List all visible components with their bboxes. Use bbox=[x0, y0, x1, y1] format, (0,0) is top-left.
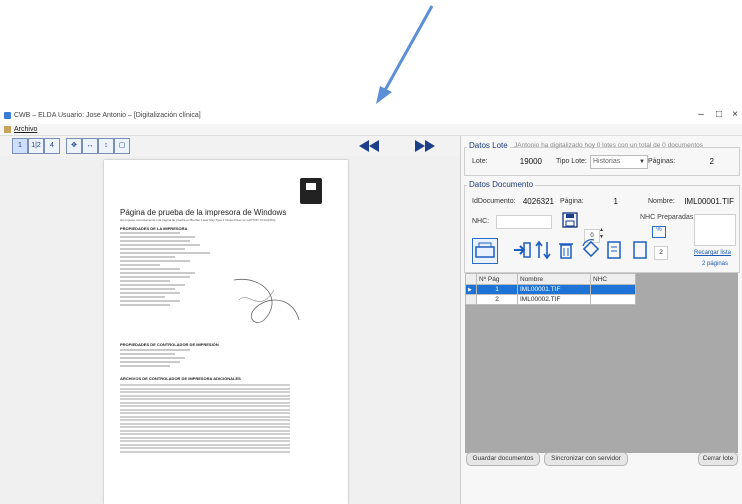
fit-height-icon[interactable]: ↕ bbox=[98, 138, 114, 154]
tipo-lote-label: Tipo Lote: bbox=[556, 158, 587, 165]
paginas-count-link[interactable]: 2 páginas bbox=[702, 261, 728, 267]
sincronizar-servidor-button[interactable]: Sincronizar con servidor bbox=[544, 452, 628, 466]
table-row[interactable]: 2 IML00002.TIF bbox=[465, 294, 636, 305]
id-documento-value: 4026321 bbox=[522, 197, 554, 206]
column-header[interactable]: Nº Pág bbox=[476, 273, 518, 285]
maximize-button[interactable]: □ bbox=[712, 109, 726, 120]
column-header[interactable]: Nombre bbox=[517, 273, 591, 285]
reorder-icon[interactable] bbox=[534, 240, 552, 260]
lote-legend: Datos Lote bbox=[467, 141, 510, 150]
title-bar: CWB – ELDA Usuario: Jose Antonio – [Digi… bbox=[0, 108, 742, 124]
recargar-lista-link[interactable]: Recargar lista bbox=[694, 250, 731, 256]
paginas-label: Páginas: bbox=[648, 158, 676, 165]
annotation-arrow-top bbox=[376, 5, 434, 104]
document-text-block bbox=[120, 349, 220, 369]
lote-value: 19000 bbox=[519, 157, 542, 166]
row-header bbox=[465, 294, 477, 305]
paginas-value: 2 bbox=[709, 157, 714, 166]
nhc-preparadas-label: NHC Preparadas: bbox=[640, 214, 696, 221]
view-four-pages-button[interactable]: 4 bbox=[44, 138, 60, 154]
pages-grid: Nº Pág Nombre NHC ▶ 1 IML00001.TIF 2 IML… bbox=[465, 273, 738, 453]
column-header[interactable]: NHC bbox=[590, 273, 636, 285]
view-two-pages-button[interactable]: 1|2 bbox=[28, 138, 44, 154]
document-page: Página de prueba de la impresora de Wind… bbox=[104, 160, 348, 504]
table-cell[interactable]: IML00002.TIF bbox=[517, 294, 591, 305]
table-header-row: Nº Pág Nombre NHC bbox=[465, 273, 636, 285]
pagina-label: Página: bbox=[560, 198, 584, 205]
document-section: ARCHIVOS DE CONTROLADOR DE IMPRESORA ADI… bbox=[120, 376, 241, 381]
scanner-icon[interactable] bbox=[472, 238, 498, 264]
window-title: CWB – ELDA Usuario: Jose Antonio – [Digi… bbox=[14, 112, 201, 119]
table-cell[interactable]: 1 bbox=[476, 284, 518, 295]
guardar-documentos-button[interactable]: Guardar documentos bbox=[466, 452, 540, 466]
percent-icon[interactable]: % bbox=[652, 226, 666, 238]
pages-table: Nº Pág Nombre NHC ▶ 1 IML00001.TIF 2 IML… bbox=[465, 273, 636, 305]
delete-icon[interactable] bbox=[558, 240, 574, 260]
app-icon bbox=[4, 112, 11, 119]
document-file-list bbox=[120, 384, 290, 454]
signature-scribble bbox=[233, 278, 300, 323]
document-title: Página de prueba de la impresora de Wind… bbox=[120, 208, 287, 217]
nhc-input[interactable] bbox=[496, 215, 552, 229]
page-count-box: 2 bbox=[654, 246, 668, 260]
nhc-preparadas-list[interactable] bbox=[694, 214, 736, 246]
cerrar-lote-button[interactable]: Cerrar lote bbox=[698, 452, 738, 466]
zoom-icon[interactable]: ▢ bbox=[114, 138, 130, 154]
fit-width-icon[interactable]: ↔ bbox=[82, 138, 98, 154]
menu-archivo[interactable]: Archivo bbox=[14, 126, 37, 133]
first-page-button[interactable] bbox=[358, 139, 380, 153]
save-icon[interactable] bbox=[562, 212, 578, 228]
fit-page-icon[interactable]: ✥ bbox=[66, 138, 82, 154]
nhc-label: NHC: bbox=[472, 218, 490, 225]
pagina-value: 1 bbox=[613, 197, 618, 206]
tipo-lote-select[interactable]: Historias ▼ bbox=[590, 155, 648, 169]
nombre-value: IML00001.TIF bbox=[684, 197, 734, 206]
document-icon[interactable] bbox=[606, 240, 622, 260]
document-section: PROPIEDADES DE LA IMPRESORA bbox=[120, 226, 188, 231]
view-single-page-button[interactable]: 1 bbox=[12, 138, 28, 154]
chevron-down-icon: ▼ bbox=[639, 159, 645, 165]
table-cell[interactable] bbox=[590, 294, 636, 305]
document-subtitle: Ha impreso correctamente una página de p… bbox=[120, 218, 277, 222]
import-icon[interactable] bbox=[512, 240, 532, 260]
minimize-button[interactable]: – bbox=[694, 109, 708, 120]
blank-page-icon[interactable] bbox=[632, 240, 648, 260]
nombre-label: Nombre: bbox=[648, 198, 675, 205]
documento-legend: Datos Documento bbox=[467, 180, 536, 189]
row-header-corner bbox=[465, 273, 477, 285]
current-row-icon: ▶ bbox=[465, 284, 477, 295]
table-cell[interactable]: IML00001.TIF bbox=[517, 284, 591, 295]
table-cell[interactable] bbox=[590, 284, 636, 295]
rotate-icon[interactable] bbox=[580, 238, 602, 260]
lote-label: Lote: bbox=[472, 158, 488, 165]
table-cell[interactable]: 2 bbox=[476, 294, 518, 305]
close-button[interactable]: × bbox=[728, 109, 742, 120]
lote-summary-note: JAntonio ha digitalizado hoy 0 lotes con… bbox=[514, 142, 703, 149]
menu-bar: Archivo bbox=[0, 124, 742, 136]
last-page-button[interactable] bbox=[414, 139, 436, 153]
printer-icon bbox=[300, 178, 322, 204]
document-section: PROPIEDADES DE CONTROLADOR DE IMPRESIÓN bbox=[120, 342, 219, 347]
table-row[interactable]: ▶ 1 IML00001.TIF bbox=[465, 284, 636, 295]
document-text-block bbox=[120, 232, 220, 308]
file-menu-icon bbox=[4, 126, 11, 133]
tipo-lote-value: Historias bbox=[593, 158, 621, 165]
viewer-toolbar: 1 1|2 4 ✥ ↔ ↕ ▢ bbox=[0, 136, 460, 156]
